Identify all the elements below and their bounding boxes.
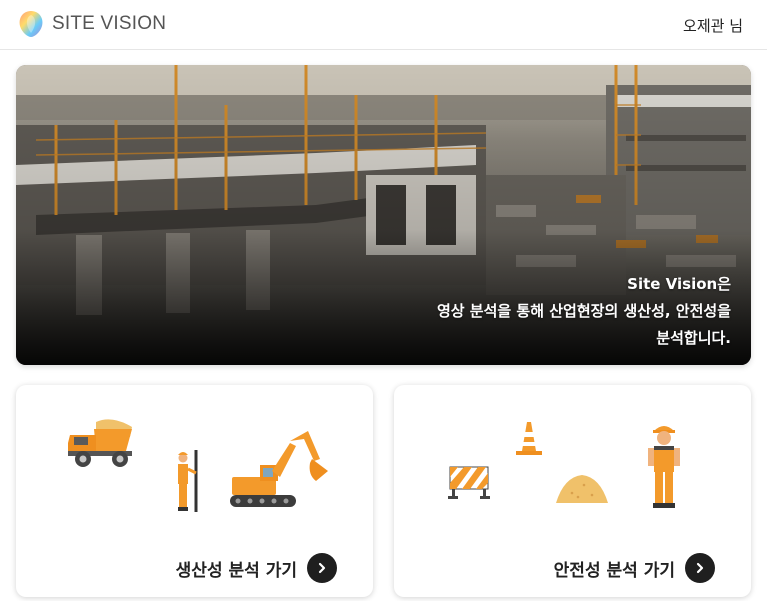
productivity-card[interactable]: 생산성 분석 가기 [16, 385, 373, 597]
hero-line-3: 분석합니다. [656, 329, 731, 347]
traffic-cone-icon [516, 422, 542, 455]
app-header: SITE VISION 오제관 님 [0, 0, 767, 50]
logo-icon [19, 11, 43, 37]
chevron-right-icon[interactable] [307, 553, 337, 583]
safety-worker-icon [648, 426, 680, 508]
hero-line-1: Site Vision은 [627, 275, 731, 293]
productivity-analysis-link[interactable]: 생산성 분석 가기 [176, 553, 337, 583]
productivity-link-label: 생산성 분석 가기 [175, 560, 297, 581]
safety-illustration [448, 422, 680, 508]
hero-description: Site Vision은 영상 분석을 통해 산업현장의 생산성, 안전성을 분… [437, 271, 731, 352]
worker-icon [178, 450, 198, 512]
safety-analysis-link[interactable]: 안전성 분석 가기 [554, 553, 715, 583]
hero-banner: Site Vision은 영상 분석을 통해 산업현장의 생산성, 안전성을 분… [16, 65, 751, 365]
logo-text: SITE VISION [52, 13, 167, 34]
barricade-icon [448, 466, 490, 499]
hero-line-2: 영상 분석을 통해 산업현장의 생산성, 안전성을 [436, 302, 731, 320]
chevron-right-icon[interactable] [685, 553, 715, 583]
site-vision-logo[interactable]: SITE VISION [16, 8, 166, 40]
safety-link-label: 안전성 분석 가기 [553, 560, 675, 581]
sand-pile-icon [556, 475, 608, 503]
safety-card[interactable]: 안전성 분석 가기 [394, 385, 751, 597]
productivity-illustration [68, 419, 328, 512]
user-name[interactable]: 오제관 님 [683, 15, 743, 36]
dump-truck-icon [68, 419, 132, 467]
excavator-icon [230, 431, 328, 507]
